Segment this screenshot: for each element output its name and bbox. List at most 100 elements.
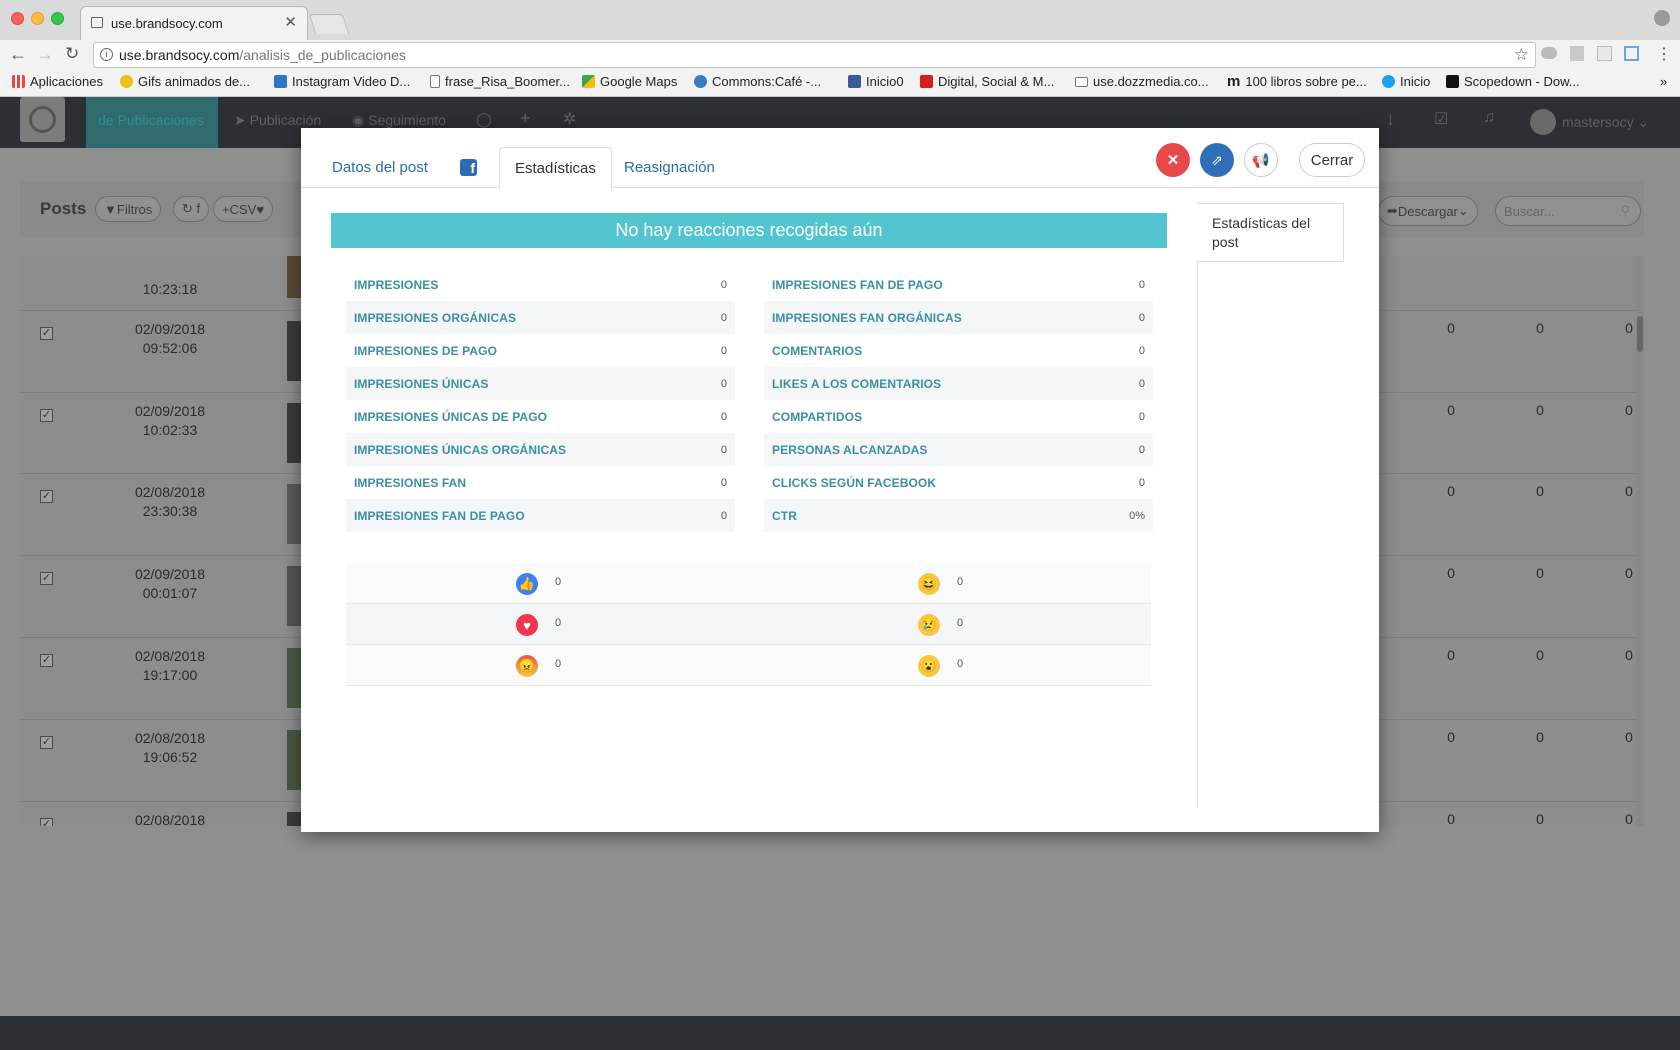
row-checkbox[interactable]: ✓ (40, 818, 53, 826)
row-count: 0 (1536, 483, 1544, 499)
user-menu[interactable]: mastersocy ⌄ (1562, 114, 1649, 131)
delete-button[interactable]: ✕ (1156, 143, 1190, 177)
bookmark-frase[interactable]: frase_Risa_Boomer... (430, 74, 570, 89)
download-nav-icon[interactable]: ↓ (1386, 109, 1395, 130)
row-checkbox[interactable]: ✓ (40, 327, 53, 340)
filters-label: Filtros (116, 201, 153, 217)
post-thumbnail[interactable] (287, 403, 301, 463)
download-button[interactable]: ➦ Descargar ⌄ (1378, 196, 1478, 226)
plus-icon[interactable]: + (520, 108, 531, 129)
bookmark-dozzmedia[interactable]: use.dozzmedia.co... (1075, 74, 1209, 89)
row-checkbox[interactable]: ✓ (40, 654, 53, 667)
post-thumbnail[interactable] (287, 730, 301, 790)
bookmark-libros[interactable]: m 100 libros sobre pe... (1227, 74, 1367, 89)
tasks-icon[interactable]: ☑ (1434, 109, 1448, 129)
stat-label: IMPRESIONES ÚNICAS ORGÁNICAS (354, 442, 567, 457)
app-logo[interactable] (20, 97, 65, 142)
stat-value: 0 (720, 509, 727, 522)
close-tab-icon[interactable]: ✕ (284, 13, 297, 31)
post-thumbnail[interactable] (287, 812, 301, 826)
extension-square-icon[interactable] (1624, 46, 1639, 61)
nav-item-seguimiento[interactable]: ◉ Seguimiento (352, 112, 446, 129)
bookmark-commons[interactable]: Commons:Café -... (694, 74, 821, 89)
tab-facebook[interactable]: f (445, 147, 492, 188)
tab-reasignacion[interactable]: Reasignación (609, 147, 730, 188)
extension-dbg-icon[interactable] (1570, 46, 1584, 61)
row-date: 02/09/2018 (134, 566, 206, 582)
new-tab-button[interactable] (308, 14, 350, 34)
bookmark-scopedown[interactable]: Scopedown - Dow... (1446, 74, 1580, 89)
promote-button[interactable]: 📢 (1244, 143, 1278, 177)
bookmark-maps[interactable]: Google Maps (582, 74, 677, 89)
forward-icon[interactable]: → (36, 44, 54, 65)
post-thumbnail[interactable] (287, 321, 301, 381)
bookmark-inicio0[interactable]: Inicio0 (848, 74, 904, 89)
table-scrollbar[interactable] (1636, 256, 1644, 826)
settings-icon[interactable]: ✲ (563, 109, 576, 129)
file-icon (430, 75, 440, 88)
tab-estadisticas[interactable]: Estadísticas (499, 147, 612, 189)
bookmark-gifs[interactable]: Gifs animados de... (120, 74, 250, 89)
stat-row: IMPRESIONES DE PAGO 0 (346, 334, 735, 367)
search-input[interactable]: Buscar... ⚲ (1495, 196, 1641, 226)
url-domain: use.brandsocy.com (119, 47, 240, 63)
minimize-window-button[interactable] (31, 12, 44, 25)
extension-cloud-icon[interactable] (1541, 47, 1557, 59)
post-thumbnail[interactable] (287, 566, 301, 626)
post-thumbnail[interactable] (287, 648, 301, 708)
chat-icon[interactable]: ◯ (476, 111, 492, 128)
extension-c-icon[interactable] (1597, 46, 1612, 61)
profile-icon[interactable] (1654, 10, 1670, 26)
tab-label: Estadísticas (515, 159, 596, 177)
bookmark-inicio[interactable]: Inicio (1382, 74, 1430, 89)
bookmark-instagram[interactable]: Instagram Video D... (274, 74, 410, 89)
share-icon: ➦ (1387, 203, 1398, 218)
refresh-facebook-button[interactable]: ↻ f (173, 196, 210, 222)
row-checkbox[interactable]: ✓ (40, 409, 53, 422)
stat-row: IMPRESIONES ÚNICAS DE PAGO 0 (346, 400, 735, 433)
tab-datos-del-post[interactable]: Datos del post (317, 147, 443, 188)
user-avatar[interactable] (1530, 109, 1556, 135)
info-icon: i (100, 48, 113, 61)
maximize-window-button[interactable] (51, 12, 64, 25)
bookmark-apps[interactable]: Aplicaciones (12, 74, 103, 89)
row-date: 02/09/2018 (134, 403, 206, 419)
row-date: 02/08/2018 (134, 812, 206, 826)
more-bookmarks-icon[interactable]: » (1660, 74, 1667, 89)
nav-active-section[interactable]: de Publicaciones (86, 97, 218, 148)
csv-button[interactable]: + CSV ♥ (213, 196, 274, 222)
row-date: 02/08/2018 (134, 484, 206, 500)
side-tab-estadisticas-del-post[interactable]: Estadísticas del post (1197, 203, 1344, 262)
row-checkbox[interactable]: ✓ (40, 736, 53, 749)
post-thumbnail[interactable] (287, 256, 301, 298)
row-count: 0 (1447, 483, 1455, 499)
stat-row: CTR 0% (764, 499, 1153, 532)
post-thumbnail[interactable] (287, 484, 301, 544)
row-time: 09:52:06 (142, 340, 198, 356)
address-bar[interactable]: i use.brandsocy.com/analisis_de_publicac… (93, 42, 1536, 68)
nav-item-publicacion[interactable]: ➤ Publicación (234, 112, 321, 129)
row-count: 0 (1447, 729, 1455, 745)
stat-row: IMPRESIONES FAN DE PAGO 0 (764, 268, 1153, 301)
close-button[interactable]: Cerrar (1299, 143, 1365, 177)
row-time: 19:06:52 (142, 749, 198, 765)
open-external-button[interactable]: ⇗ (1200, 143, 1234, 177)
search-icon: ⚲ (1620, 203, 1630, 218)
browser-tab[interactable]: use.brandsocy.com ✕ (80, 6, 308, 40)
filters-button[interactable]: ▼ Filtros (95, 196, 162, 222)
close-window-button[interactable] (11, 12, 24, 25)
reload-icon[interactable]: ↻ (65, 44, 79, 64)
bookmark-digital[interactable]: Digital, Social & M... (920, 74, 1054, 89)
stat-value: 0 (720, 311, 727, 324)
row-checkbox[interactable]: ✓ (40, 490, 53, 503)
reaction-row: 😠 0 😮 0 (346, 645, 1151, 686)
bookmark-star-icon[interactable]: ☆ (1514, 45, 1529, 65)
back-icon[interactable]: ← (9, 44, 27, 65)
scrollbar-thumb[interactable] (1637, 316, 1643, 352)
menu-icon[interactable]: ⋮ (1656, 44, 1672, 64)
row-checkbox[interactable]: ✓ (40, 572, 53, 585)
bell-icon[interactable]: ♫ (1483, 109, 1495, 127)
reactions-table: 👍 0 😆 0 ♥ 0 😢 0 😠 0 😮 0 (346, 563, 1151, 686)
stat-row: CLICKS SEGÚN FACEBOOK 0 (764, 466, 1153, 499)
twitter-small-icon: ♥ (256, 201, 265, 217)
